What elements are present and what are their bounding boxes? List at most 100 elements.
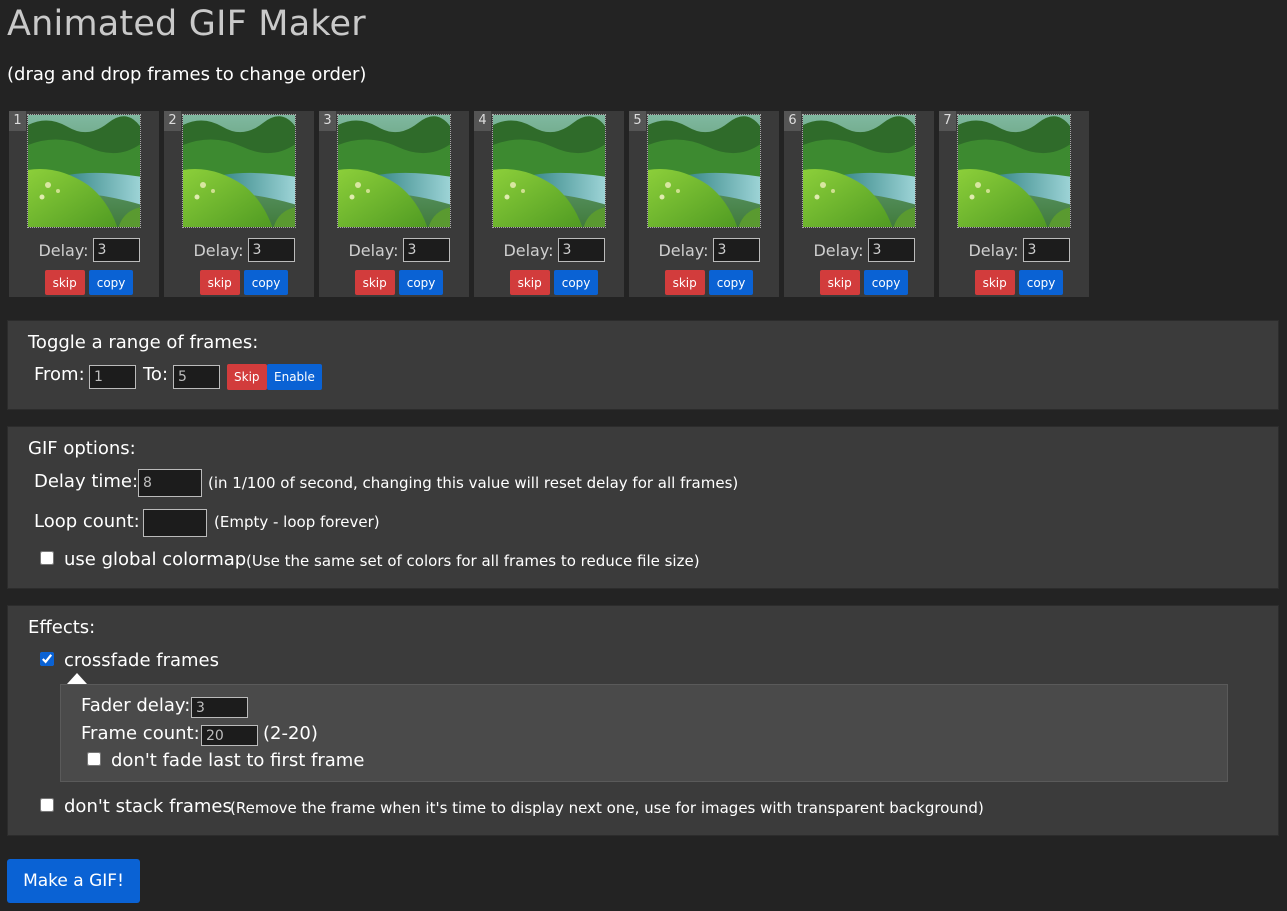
frame-copy-button[interactable]: copy (88, 270, 134, 295)
frame-thumbnail[interactable] (802, 114, 916, 228)
loop-count-input[interactable] (143, 509, 207, 537)
frame-actions: skip copy (784, 270, 934, 295)
from-label: From: (34, 364, 85, 385)
global-colormap-checkbox[interactable] (40, 551, 54, 565)
crossfade-checkbox[interactable] (40, 652, 54, 666)
frame-delay-row: Delay: (629, 238, 779, 262)
frame-thumbnail[interactable] (337, 114, 451, 228)
frame-delay-input[interactable] (557, 238, 605, 262)
make-gif-button[interactable]: Make a GIF! (7, 859, 140, 903)
landscape-image-icon (493, 115, 605, 227)
fader-delay-input[interactable] (191, 697, 248, 718)
no-stack-label: don't stack frames (64, 796, 232, 817)
landscape-image-icon (803, 115, 915, 227)
frame-number: 5 (629, 111, 646, 131)
frame-card[interactable]: 2 Delay: 3 skip copy (164, 111, 314, 297)
frame-delay-label: Delay: (38, 240, 89, 260)
range-skip-button[interactable]: Skip (227, 364, 267, 390)
frame-delay-label: Delay: (658, 240, 709, 260)
no-stack-checkbox[interactable] (40, 798, 54, 812)
no-fade-last-label: don't fade last to first frame (111, 750, 365, 771)
frame-delay-row: Delay: (9, 238, 159, 262)
page-title: Animated GIF Maker (7, 4, 366, 44)
frame-copy-button[interactable]: copy (398, 270, 444, 295)
frame-actions: skip copy (629, 270, 779, 295)
global-colormap-note: (Use the same set of colors for all fram… (246, 552, 700, 570)
frame-delay-row: Delay: (784, 238, 934, 262)
frames-list: 1 Delay: 3 skip copy 2 Delay: 3 skip cop… (9, 111, 1089, 297)
page-subtitle: (drag and drop frames to change order) (7, 64, 367, 85)
frame-card[interactable]: 6 Delay: 3 skip copy (784, 111, 934, 297)
frame-delay-label: Delay: (968, 240, 1019, 260)
frame-delay-input[interactable] (247, 238, 295, 262)
frame-skip-button[interactable]: skip (354, 270, 395, 295)
frame-copy-button[interactable]: copy (863, 270, 909, 295)
gif-options-title: GIF options: (28, 438, 136, 459)
frame-delay-label: Delay: (348, 240, 399, 260)
frame-thumbnail[interactable] (492, 114, 606, 228)
frame-number: 1 (9, 111, 26, 131)
frame-card[interactable]: 7 Delay: 3 skip copy (939, 111, 1089, 297)
frame-number: 6 (784, 111, 801, 131)
frame-delay-row: Delay: (939, 238, 1089, 262)
effects-title: Effects: (28, 617, 96, 638)
frame-delay-row: Delay: (474, 238, 624, 262)
crossfade-options: Fader delay: Frame count: (2-20) don't f… (60, 684, 1228, 782)
frame-copy-button[interactable]: copy (243, 270, 289, 295)
frame-delay-label: Delay: (193, 240, 244, 260)
frame-delay-input[interactable] (712, 238, 760, 262)
frame-copy-button[interactable]: copy (1018, 270, 1064, 295)
frame-delay-input[interactable] (402, 238, 450, 262)
frame-copy-button[interactable]: copy (553, 270, 599, 295)
to-label: To: (143, 364, 169, 385)
landscape-image-icon (183, 115, 295, 227)
frame-delay-input[interactable] (867, 238, 915, 262)
frame-card[interactable]: 4 Delay: 3 skip copy (474, 111, 624, 297)
effects-panel: Effects: crossfade frames Fader delay: F… (7, 605, 1279, 836)
frame-card[interactable]: 5 Delay: 3 skip copy (629, 111, 779, 297)
frame-thumbnail[interactable] (182, 114, 296, 228)
landscape-image-icon (958, 115, 1070, 227)
frame-delay-row: Delay: (319, 238, 469, 262)
frame-count-note: (2-20) (263, 723, 318, 744)
loop-count-note: (Empty - loop forever) (214, 513, 380, 531)
delay-time-input[interactable] (138, 469, 202, 497)
range-from-input[interactable] (89, 365, 136, 389)
frame-count-label: Frame count: (81, 723, 200, 744)
frame-copy-button[interactable]: copy (708, 270, 754, 295)
global-colormap-label: use global colormap (64, 549, 247, 570)
frame-skip-button[interactable]: skip (509, 270, 550, 295)
no-fade-last-checkbox[interactable] (87, 752, 101, 766)
frame-number: 3 (319, 111, 336, 131)
frame-thumbnail[interactable] (27, 114, 141, 228)
frame-skip-button[interactable]: skip (199, 270, 240, 295)
frame-actions: skip copy (319, 270, 469, 295)
frame-thumbnail[interactable] (647, 114, 761, 228)
frame-actions: skip copy (474, 270, 624, 295)
frame-skip-button[interactable]: skip (974, 270, 1015, 295)
delay-time-note: (in 1/100 of second, changing this value… (208, 474, 739, 492)
frame-delay-input[interactable] (92, 238, 140, 262)
frame-card[interactable]: 3 Delay: 3 skip copy (319, 111, 469, 297)
frame-count-input[interactable] (201, 725, 258, 746)
frame-number: 7 (939, 111, 956, 131)
frame-thumbnail[interactable] (957, 114, 1071, 228)
frame-skip-button[interactable]: skip (44, 270, 85, 295)
landscape-image-icon (338, 115, 450, 227)
toggle-range-title: Toggle a range of frames: (28, 332, 259, 353)
frame-delay-label: Delay: (503, 240, 554, 260)
landscape-image-icon (28, 115, 140, 227)
frame-delay-label: Delay: (813, 240, 864, 260)
delay-time-label: Delay time: (34, 471, 139, 492)
frame-skip-button[interactable]: skip (664, 270, 705, 295)
frame-number: 4 (474, 111, 491, 131)
frame-skip-button[interactable]: skip (819, 270, 860, 295)
frame-card[interactable]: 1 Delay: 3 skip copy (9, 111, 159, 297)
range-to-input[interactable] (173, 365, 220, 389)
fader-delay-label: Fader delay: (81, 695, 191, 716)
range-enable-button[interactable]: Enable (267, 364, 322, 390)
frame-number: 2 (164, 111, 181, 131)
frame-delay-input[interactable] (1022, 238, 1070, 262)
no-stack-note: (Remove the frame when it's time to disp… (230, 799, 984, 817)
frame-actions: skip copy (9, 270, 159, 295)
